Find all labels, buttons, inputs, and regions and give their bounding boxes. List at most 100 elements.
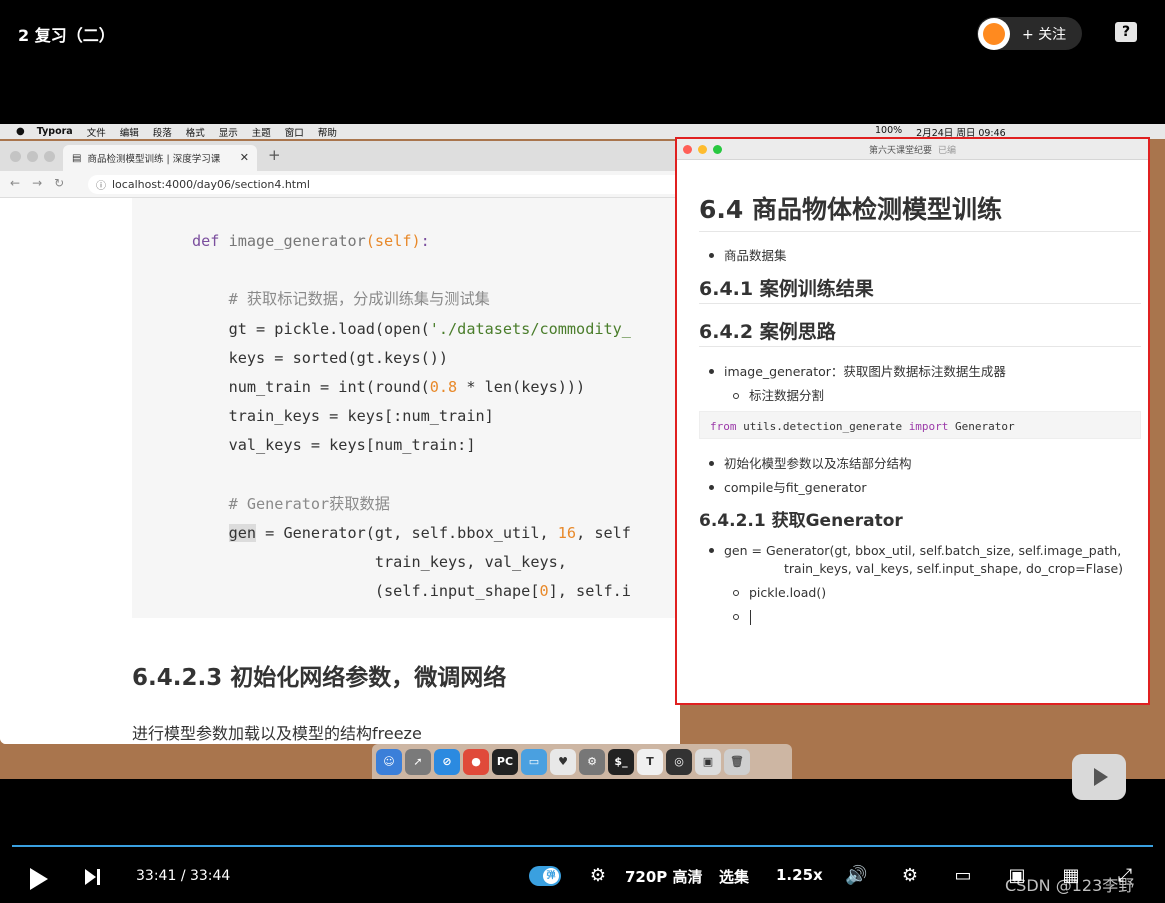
browser-tab[interactable]: ▤ 商品检测模型训练 | 深度学习课 ✕ xyxy=(63,145,257,171)
danmaku-settings-icon[interactable]: ⚙ xyxy=(587,866,609,886)
url-text: localhost:4000/day06/section4.html xyxy=(112,178,310,191)
code-line: (self.input_shape[ xyxy=(374,582,540,601)
code-comment: # 获取标记数据，分成训练集与测试集 xyxy=(228,290,490,309)
watermark: CSDN @123李野 xyxy=(1005,876,1135,895)
follow-label: + 关注 xyxy=(1022,26,1067,43)
sub-list-item-editing[interactable] xyxy=(733,609,751,625)
browser-tabstrip: ▤ 商品检测模型训练 | 深度学习课 ✕ + xyxy=(0,141,680,171)
typora-title: 第六天课堂纪要 已编 xyxy=(677,143,1148,156)
close-dot[interactable] xyxy=(10,151,21,162)
code-listing: def image_generator(self): # 获取标记数据，分成训练… xyxy=(192,227,631,607)
zoom-dot[interactable] xyxy=(44,151,55,162)
browser-window: ▤ 商品检测模型训练 | 深度学习课 ✕ + ← → ↻ ⓘ localhost… xyxy=(0,141,680,744)
url-input[interactable]: ⓘ localhost:4000/day06/section4.html xyxy=(88,175,680,194)
screenshot-icon[interactable]: ▣ xyxy=(695,748,721,775)
launchpad-icon[interactable]: ➚ xyxy=(405,748,431,775)
keynote-icon[interactable]: ▭ xyxy=(521,748,547,775)
book-icon: ▤ xyxy=(72,152,82,164)
video-title: 2 复习（二） xyxy=(18,26,115,45)
obs-icon[interactable]: ◎ xyxy=(666,748,692,775)
volume-icon[interactable]: 🔊 xyxy=(845,866,867,886)
progress-bar[interactable] xyxy=(12,845,1153,847)
current-time: 33:41 xyxy=(136,868,177,884)
section-heading: 6.4.2.3 初始化网络参数，微调网络 xyxy=(132,665,507,691)
quality-button[interactable]: 720P 高清 xyxy=(625,866,703,887)
list-item: compile与fit_generator xyxy=(709,477,867,496)
typora-window: 第六天课堂纪要 已编 6.4 商品物体检测模型训练 商品数据集 6.4.1 案例训… xyxy=(675,137,1150,705)
text-caret xyxy=(750,610,751,625)
tab-close-icon[interactable]: ✕ xyxy=(240,151,249,164)
code-line: = Generator(gt, self.bbox_util, xyxy=(256,524,558,543)
code-highlight: gen xyxy=(228,524,257,543)
follow-button[interactable]: + 关注 xyxy=(977,17,1082,50)
code-number: 16 xyxy=(557,524,577,543)
code-line: num_train = int(round( xyxy=(228,378,430,397)
uploader-avatar[interactable] xyxy=(978,17,1010,50)
sub-list-item: 标注数据分割 xyxy=(733,385,824,404)
doc-h2-approach: 6.4.2 案例思路 xyxy=(699,321,836,343)
trash-icon[interactable]: 🗑 xyxy=(724,748,750,775)
help-icon[interactable]: ? xyxy=(1115,22,1137,42)
next-icon[interactable] xyxy=(85,869,101,887)
menu-theme[interactable]: 主题 xyxy=(252,125,271,139)
code-colon: : xyxy=(420,232,430,250)
menu-paragraph[interactable]: 段落 xyxy=(153,125,172,139)
settings-icon[interactable]: ⚙ xyxy=(899,866,921,886)
menu-edit[interactable]: 编辑 xyxy=(120,125,139,139)
typora-icon[interactable]: T xyxy=(637,748,663,775)
list-item: gen = Generator(gt, bbox_util, self.batc… xyxy=(709,543,1121,558)
code-params: (self) xyxy=(365,232,421,250)
doc-h1: 6.4 商品物体检测模型训练 xyxy=(699,195,1002,224)
code-def-keyword: def xyxy=(192,232,220,250)
pip-icon[interactable]: ▭ xyxy=(952,866,974,886)
forward-icon[interactable]: → xyxy=(32,176,42,190)
chrome-icon[interactable]: ● xyxy=(463,748,489,775)
window-controls xyxy=(10,151,55,162)
menu-view[interactable]: 显示 xyxy=(219,125,238,139)
back-icon[interactable]: ← xyxy=(10,176,20,190)
apple-icon[interactable]: ● xyxy=(16,126,25,137)
menu-window[interactable]: 窗口 xyxy=(285,125,304,139)
menu-help[interactable]: 帮助 xyxy=(318,125,337,139)
edited-label: 已编 xyxy=(938,146,957,156)
avatar-icon xyxy=(983,22,1005,45)
vpn-icon[interactable]: ♥ xyxy=(550,748,576,775)
danmaku-toggle[interactable]: 弹 xyxy=(529,866,561,886)
total-time: 33:44 xyxy=(189,868,231,884)
doc-code-block: from utils.detection_generate import Gen… xyxy=(699,411,1141,439)
code-line: train_keys, val_keys, xyxy=(374,553,567,572)
danmaku-label: 弹 xyxy=(543,868,559,884)
address-bar-row: ← → ↻ ⓘ localhost:4000/day06/section4.ht… xyxy=(0,171,680,198)
episodes-button[interactable]: 选集 xyxy=(719,866,749,887)
terminal-icon[interactable]: $_ xyxy=(608,748,634,775)
page-content: def image_generator(self): # 获取标记数据，分成训练… xyxy=(0,198,680,744)
h1-divider xyxy=(699,231,1141,232)
tab-title: 商品检测模型训练 | 深度学习课 xyxy=(87,154,221,165)
speed-button[interactable]: 1.25x xyxy=(776,866,823,884)
typora-titlebar: 第六天课堂纪要 已编 xyxy=(677,139,1148,160)
preferences-icon[interactable]: ⚙ xyxy=(579,748,605,775)
code-line: , self xyxy=(576,524,631,543)
section-paragraph: 进行模型参数加载以及模型的结构freeze xyxy=(132,724,422,743)
code-function-name: image_generator xyxy=(228,232,366,250)
pycharm-icon[interactable]: PC xyxy=(492,748,518,775)
doc-h2-results: 6.4.1 案例训练结果 xyxy=(699,278,874,300)
reload-icon[interactable]: ↻ xyxy=(54,176,64,190)
play-icon[interactable] xyxy=(30,868,48,890)
h2-divider xyxy=(699,346,1141,347)
doc-h3-get-generator: 6.4.2.1 获取Generator xyxy=(699,511,903,531)
new-tab-icon[interactable]: + xyxy=(268,146,281,164)
h2-divider xyxy=(699,303,1141,304)
finder-icon[interactable]: ☺ xyxy=(376,748,402,775)
player-controls: 33:41 / 33:44 弹 ⚙ 720P 高清 选集 1.25x 🔊 ⚙ ▭… xyxy=(0,848,1165,903)
menu-format[interactable]: 格式 xyxy=(186,125,205,139)
safari-icon[interactable]: ⊘ xyxy=(434,748,460,775)
bilibili-play-icon[interactable] xyxy=(1072,754,1126,800)
code-line: ], self.i xyxy=(548,582,631,601)
code-line: train_keys = keys[:num_train] xyxy=(228,407,494,426)
minimize-dot[interactable] xyxy=(27,151,38,162)
menu-typora[interactable]: Typora xyxy=(37,126,73,137)
menu-file[interactable]: 文件 xyxy=(87,125,106,139)
code-line: keys = sorted(gt.keys()) xyxy=(228,348,449,367)
list-item-continuation: train_keys, val_keys, self.input_shape, … xyxy=(784,561,1124,576)
